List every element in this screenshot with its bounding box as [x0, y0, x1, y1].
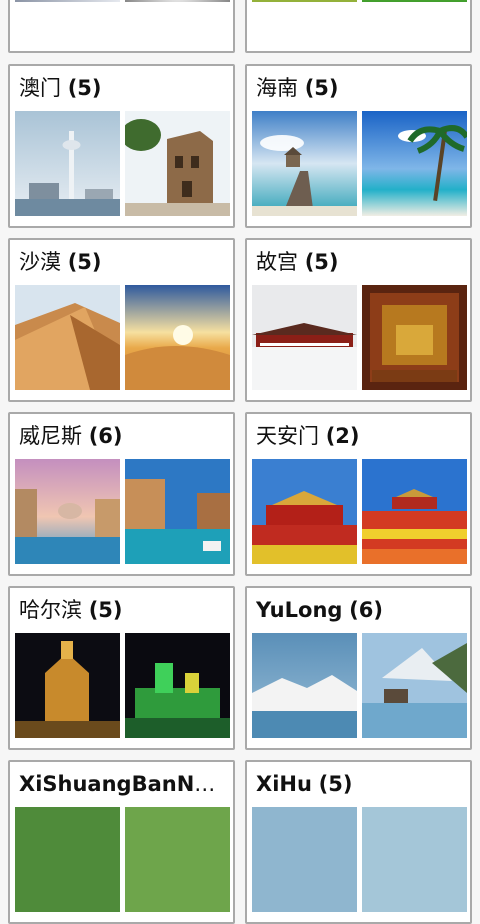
album-thumbnail [362, 633, 467, 738]
album-thumbnail [15, 285, 120, 390]
album-count: (5) [88, 598, 123, 622]
album-card-forbidden-city[interactable]: 故宫 (5) [245, 238, 472, 402]
album-grid: 澳门 (5) 海南 (5) 沙漠 (5) 故宫 (5) 威尼斯 (6) 天安门 … [0, 0, 480, 924]
album-card-yulong[interactable]: YuLong (6) [245, 586, 472, 750]
album-card-hainan[interactable]: 海南 (5) [245, 64, 472, 228]
album-thumbnail [362, 111, 467, 216]
album-card-desert[interactable]: 沙漠 (5) [8, 238, 235, 402]
album-thumbnail [125, 285, 230, 390]
album-title: XiHu (5) [256, 769, 462, 799]
album-name: 天安门 [256, 424, 319, 448]
album-thumbnail [15, 111, 120, 216]
album-name: YuLong [256, 598, 343, 622]
album-name: 哈尔滨 [19, 598, 82, 622]
album-thumbnail [252, 0, 357, 2]
album-title: 天安门 (2) [256, 421, 462, 451]
album-title: 哈尔滨 (5) [19, 595, 225, 625]
album-thumbnail [15, 633, 120, 738]
album-thumbnail [362, 0, 467, 2]
album-thumbnail [252, 807, 357, 912]
album-count: (5) [67, 250, 102, 274]
album-count: (5) [304, 76, 339, 100]
album-name: 沙漠 [19, 250, 61, 274]
album-card-xihu[interactable]: XiHu (5) [245, 760, 472, 924]
album-thumbnail [15, 807, 120, 912]
album-count: (6) [88, 424, 123, 448]
album-card[interactable] [245, 0, 472, 53]
album-count: (6) [349, 598, 383, 622]
album-thumbnail [125, 459, 230, 564]
album-card-macau[interactable]: 澳门 (5) [8, 64, 235, 228]
album-thumbnail [15, 459, 120, 564]
album-title: 威尼斯 (6) [19, 421, 225, 451]
album-count: (5) [67, 76, 102, 100]
album-title: 澳门 (5) [19, 73, 225, 103]
album-thumbnail [252, 285, 357, 390]
album-thumbnail [125, 807, 230, 912]
album-title: XiShuangBanNa ... [19, 769, 225, 799]
album-thumbnail [362, 285, 467, 390]
album-count: (5) [304, 250, 339, 274]
album-thumbnail [362, 459, 467, 564]
album-card[interactable] [8, 0, 235, 53]
album-name: XiHu [256, 772, 312, 796]
album-card-tiananmen[interactable]: 天安门 (2) [245, 412, 472, 576]
album-thumbnail [15, 0, 120, 2]
album-thumbnail [252, 633, 357, 738]
album-thumbnail [125, 633, 230, 738]
album-thumbnail [252, 111, 357, 216]
album-name: XiShuangBanNa ... [19, 772, 225, 796]
album-name: 威尼斯 [19, 424, 82, 448]
album-count: (2) [325, 424, 360, 448]
album-title: YuLong (6) [256, 595, 462, 625]
album-card-venice[interactable]: 威尼斯 (6) [8, 412, 235, 576]
album-thumbnail [125, 111, 230, 216]
album-title: 海南 (5) [256, 73, 462, 103]
album-title: 故宫 (5) [256, 247, 462, 277]
album-count: (5) [318, 772, 353, 796]
album-thumbnail [252, 459, 357, 564]
album-thumbnail [362, 807, 467, 912]
album-thumbnail [125, 0, 230, 2]
album-card-harbin[interactable]: 哈尔滨 (5) [8, 586, 235, 750]
album-name: 故宫 [256, 250, 298, 274]
album-name: 海南 [256, 76, 298, 100]
album-title: 沙漠 (5) [19, 247, 225, 277]
album-card-xishuangbanna[interactable]: XiShuangBanNa ... [8, 760, 235, 924]
album-name: 澳门 [19, 76, 61, 100]
